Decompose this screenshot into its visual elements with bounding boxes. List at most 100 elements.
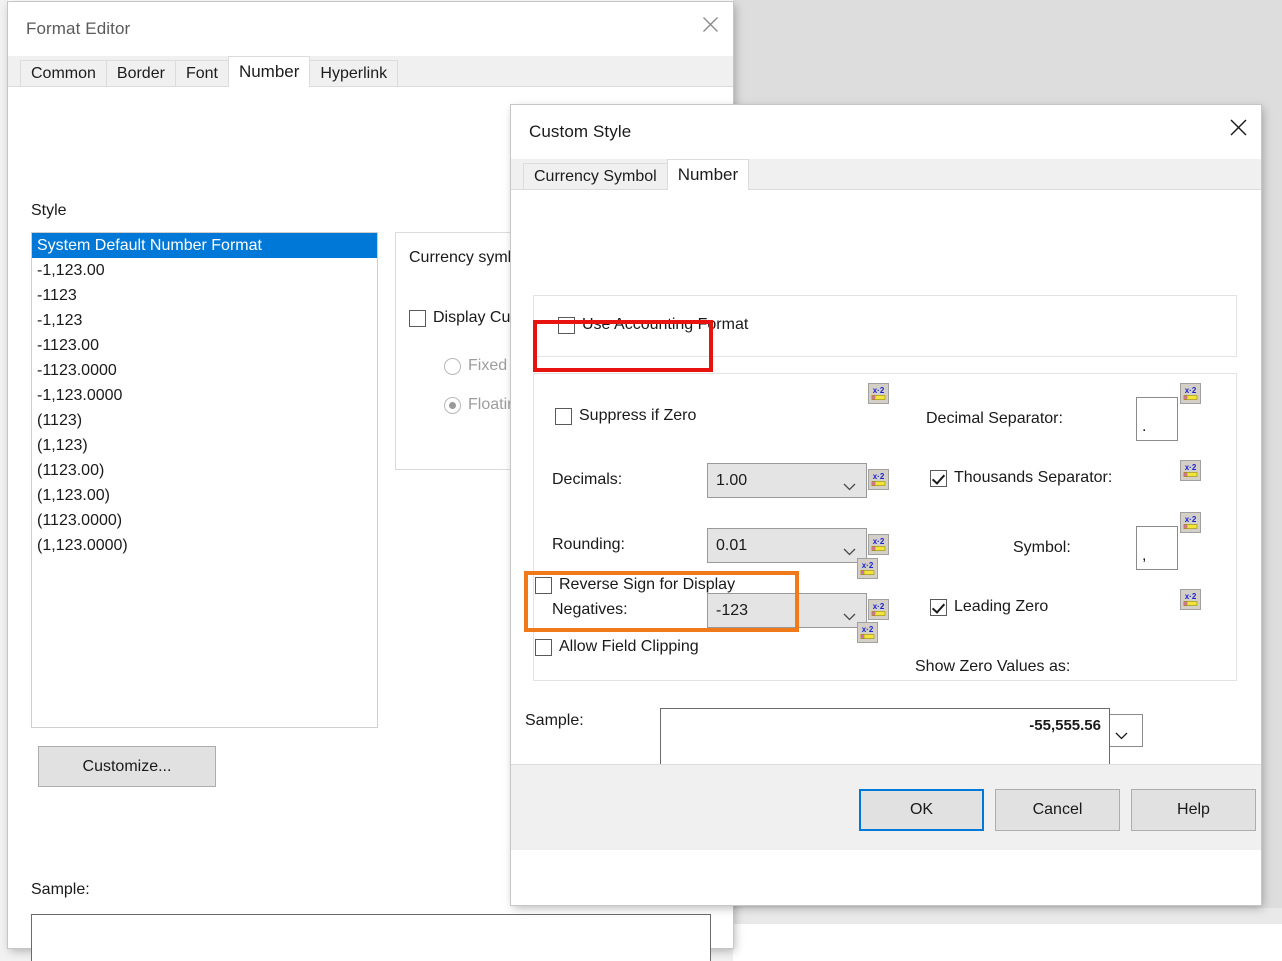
accounting-format-group: Use Accounting Format [533, 295, 1237, 357]
list-item[interactable]: (1123.0000) [32, 508, 377, 533]
suppress-if-zero-checkbox[interactable]: Suppress if Zero [555, 407, 696, 425]
tab-hyperlink[interactable]: Hyperlink [309, 60, 399, 87]
chevron-down-icon [1115, 727, 1128, 745]
formula-x2-icon[interactable]: x·2 [1180, 512, 1201, 533]
checkbox-box [409, 309, 426, 327]
leading-zero-label: Leading Zero [954, 598, 1049, 615]
svg-text:x·2: x·2 [873, 472, 885, 481]
list-item[interactable]: -1,123.00 [32, 258, 377, 283]
custom-style-footer: OK Cancel Help [511, 764, 1261, 850]
decimal-separator-input[interactable]: . [1136, 397, 1178, 441]
list-item[interactable]: (1123) [32, 408, 377, 433]
checkbox-box [535, 576, 552, 594]
list-item[interactable]: -1,123.0000 [32, 383, 377, 408]
cancel-button[interactable]: Cancel [995, 789, 1120, 831]
use-accounting-format-label: Use Accounting Format [582, 316, 749, 333]
use-accounting-format-checkbox[interactable]: Use Accounting Format [558, 316, 748, 334]
thousands-separator-checkbox[interactable]: Thousands Separator: [930, 469, 1112, 487]
formula-x2-icon[interactable]: x·2 [857, 558, 878, 579]
rounding-combo[interactable]: 0.01 [707, 528, 867, 563]
reverse-sign-label: Reverse Sign for Display [559, 576, 736, 593]
formula-x2-icon[interactable]: x·2 [1180, 589, 1201, 610]
formula-x2-icon[interactable]: x·2 [1180, 383, 1201, 404]
checkbox-box [558, 316, 575, 334]
chevron-down-icon [843, 608, 856, 626]
format-editor-title: Format Editor [26, 19, 131, 38]
list-item[interactable]: (1,123.0000) [32, 533, 377, 558]
list-item[interactable]: (1123.00) [32, 458, 377, 483]
custom-style-titlebar: Custom Style [511, 105, 1261, 159]
list-item[interactable]: System Default Number Format [32, 233, 377, 258]
decimal-separator-value: . [1142, 418, 1147, 435]
formula-x2-icon[interactable]: x·2 [868, 469, 889, 490]
tab-number[interactable]: Number [227, 56, 311, 87]
decimals-combo[interactable]: 1.00 [707, 463, 867, 498]
list-item[interactable]: (1,123.00) [32, 483, 377, 508]
tab-common[interactable]: Common [20, 60, 107, 87]
svg-text:x·2: x·2 [1185, 592, 1197, 601]
custom-style-tabstrip: Currency Symbol Number [511, 159, 1261, 190]
symbol-input[interactable]: , [1136, 526, 1178, 570]
number-options-group: Suppress if Zero x·2 Decimals: 1.00 x·2 … [533, 373, 1237, 681]
close-icon[interactable] [1215, 105, 1261, 149]
suppress-if-zero-label: Suppress if Zero [579, 407, 697, 424]
checkbox-box [535, 638, 552, 656]
custom-style-sample-label: Sample: [525, 712, 584, 729]
tab-number[interactable]: Number [666, 159, 750, 190]
style-label: Style [31, 202, 67, 219]
allow-field-clipping-label: Allow Field Clipping [559, 638, 699, 655]
formula-x2-icon[interactable]: x·2 [1180, 460, 1201, 481]
negatives-label: Negatives: [552, 601, 628, 618]
chevron-down-icon [843, 543, 856, 561]
close-icon[interactable] [687, 2, 733, 46]
list-item[interactable]: -1123.0000 [32, 358, 377, 383]
checkbox-box [555, 407, 572, 425]
desktop-background-strip [733, 908, 1282, 924]
format-editor-tabstrip: Common Border Font Number Hyperlink [8, 56, 733, 87]
reverse-sign-checkbox[interactable]: Reverse Sign for Display [535, 576, 735, 594]
symbol-value: , [1142, 547, 1147, 564]
custom-style-title: Custom Style [529, 122, 632, 141]
radio-circle [444, 396, 461, 414]
tab-border[interactable]: Border [105, 60, 176, 87]
currency-position-fixed-radio[interactable]: Fixed [444, 357, 507, 375]
negatives-combo[interactable]: -123 [707, 593, 867, 628]
ok-button[interactable]: OK [859, 789, 984, 831]
rounding-label: Rounding: [552, 536, 625, 553]
list-item[interactable]: -1,123 [32, 308, 377, 333]
rounding-value: 0.01 [716, 536, 748, 554]
help-button[interactable]: Help [1131, 789, 1256, 831]
svg-text:x·2: x·2 [1185, 463, 1197, 472]
show-zero-values-label: Show Zero Values as: [915, 658, 1071, 675]
formula-x2-icon[interactable]: x·2 [857, 622, 878, 643]
list-item[interactable]: -1123 [32, 283, 377, 308]
list-item[interactable]: (1,123) [32, 433, 377, 458]
checkbox-box [930, 598, 947, 616]
decimals-value: 1.00 [716, 471, 748, 489]
svg-text:x·2: x·2 [862, 625, 874, 634]
formula-x2-icon[interactable]: x·2 [868, 383, 889, 404]
allow-field-clipping-checkbox[interactable]: Allow Field Clipping [535, 638, 699, 656]
desktop-left-edge [0, 0, 8, 961]
custom-style-sample-value: -55,555.56 [1029, 717, 1101, 734]
svg-text:x·2: x·2 [1185, 386, 1197, 395]
symbol-label: Symbol: [1013, 539, 1071, 556]
decimals-label: Decimals: [552, 471, 623, 488]
svg-text:x·2: x·2 [873, 386, 885, 395]
formula-x2-icon[interactable]: x·2 [868, 599, 889, 620]
decimal-separator-label: Decimal Separator: [926, 410, 1063, 427]
formula-x2-icon[interactable]: x·2 [868, 534, 889, 555]
fixed-label: Fixed [468, 357, 508, 374]
style-listbox[interactable]: System Default Number Format -1,123.00 -… [31, 232, 378, 728]
customize-button[interactable]: Customize... [38, 746, 216, 787]
svg-text:x·2: x·2 [873, 537, 885, 546]
screen: Format Editor Common Border Font Number … [0, 0, 1282, 961]
thousands-separator-label: Thousands Separator: [954, 469, 1113, 486]
leading-zero-checkbox[interactable]: Leading Zero [930, 598, 1048, 616]
list-item[interactable]: -1123.00 [32, 333, 377, 358]
svg-text:x·2: x·2 [1185, 515, 1197, 524]
svg-text:x·2: x·2 [873, 602, 885, 611]
tab-currency-symbol[interactable]: Currency Symbol [523, 163, 668, 190]
tab-font[interactable]: Font [174, 60, 229, 87]
format-editor-sample-box [31, 914, 711, 961]
